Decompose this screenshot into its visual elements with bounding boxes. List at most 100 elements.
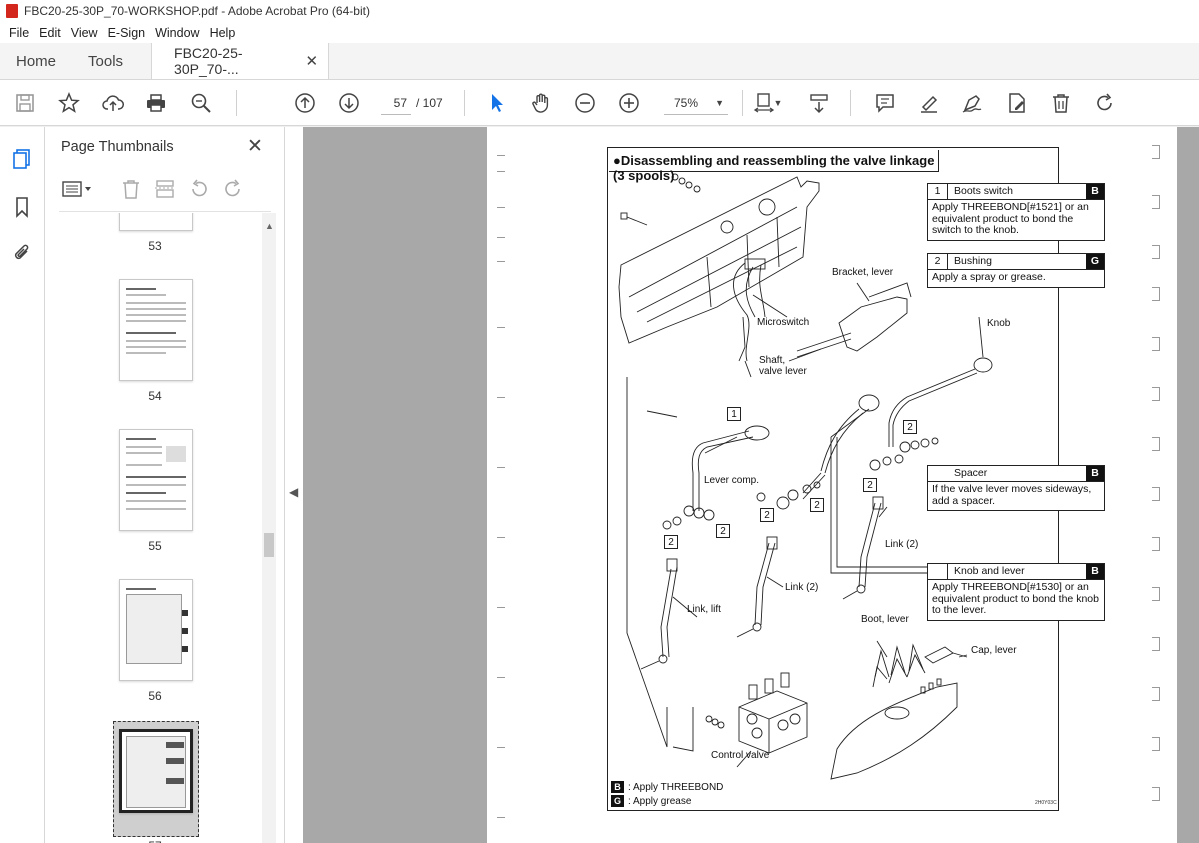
thumbnail-options-icon[interactable] [61,177,95,201]
previous-page-icon[interactable] [293,91,317,115]
comment-icon[interactable] [873,91,897,115]
zoom-out-icon[interactable] [573,91,597,115]
marker-2: 2 [716,524,730,538]
menu-help[interactable]: Help [205,26,241,40]
panel-toolbar [57,175,277,205]
close-panel-icon[interactable]: ✕ [247,135,263,158]
page-total: / 107 [416,96,443,110]
thumbnail-page[interactable] [119,213,193,231]
callout-body: If the valve lever moves sideways, add a… [932,483,1092,507]
callout-number: 1 [928,184,948,199]
menu-edit[interactable]: Edit [34,26,66,40]
scroll-mode-icon[interactable] [807,91,831,115]
menu-esign[interactable]: E-Sign [103,26,151,40]
main-toolbar: 57 / 107 75% ▼ ▼ [0,80,1199,126]
marker-2: 2 [760,508,774,522]
zoom-search-icon[interactable] [189,91,213,115]
page-fit-dropdown-icon[interactable]: ▼ [772,91,784,115]
title-bar: FBC20-25-30P_70-WORKSHOP.pdf - Adobe Acr… [0,0,1199,22]
callout-code: G [1086,254,1104,269]
marker-2: 2 [863,478,877,492]
tab-home[interactable]: Home [0,43,72,79]
page-thumbnails-panel: Page Thumbnails ✕ 53 54 55 56 ▲ [45,127,285,843]
delete-page-icon[interactable] [119,177,143,201]
callout-code: B [1086,184,1104,199]
hand-tool-icon[interactable] [529,91,553,115]
thumbnail-scrollbar[interactable]: ▲ [262,213,276,843]
thumbnail-list: 53 54 55 56 [45,213,263,843]
tab-tools[interactable]: Tools [72,43,139,79]
select-cursor-icon[interactable] [485,91,509,115]
legend-text: : Apply THREEBOND [628,781,724,793]
panel-title: Page Thumbnails [61,139,174,155]
label-shaft-valve-lever: Shaft, valve lever [759,355,807,377]
callout-body: Apply THREEBOND[#1530] or an equivalent … [932,581,1099,616]
callout-code: B [1086,466,1104,481]
scroll-up-icon[interactable]: ▲ [265,221,274,231]
callout-spacer: Spacer B If the valve lever moves sidewa… [927,465,1105,511]
zoom-level-value: 75% [674,96,699,110]
menu-window[interactable]: Window [150,26,204,40]
pdf-page: ●Disassembling and reassembling the valv… [487,127,1177,843]
callout-number: 2 [928,254,948,269]
figure-code: 2H0Y03C [1035,800,1057,806]
tab-document[interactable]: FBC20-25-30P_70-... ✕ [151,43,330,79]
thumbnail-page-current[interactable] [119,729,193,813]
thumbnail-page[interactable] [119,429,193,531]
label-link-lift: Link, lift [687,604,721,615]
page-thumbnails-icon[interactable] [10,147,34,171]
callout-body: Apply a spray or grease. [932,271,1046,283]
thumbnail-page[interactable] [119,279,193,381]
sign-pen-icon[interactable] [960,91,984,115]
save-icon[interactable] [13,91,37,115]
callout-number [928,466,948,481]
legend-threebond: B : Apply THREEBOND [611,781,723,793]
collapse-panel-icon[interactable]: ◀ [289,485,298,499]
menu-file[interactable]: File [4,26,34,40]
callout-name: Boots switch [954,185,1013,197]
legend-grease: G : Apply grease [611,795,691,807]
figure-title: ●Disassembling and reassembling the valv… [609,150,939,183]
upload-cloud-icon[interactable] [101,91,125,115]
scrollbar-thumb[interactable] [264,533,274,557]
tab-bar: Home Tools FBC20-25-30P_70-... ✕ [0,43,1199,80]
marker-1: 1 [727,407,741,421]
extract-page-icon[interactable] [153,177,177,201]
thumbnail-label: 57 [135,839,175,843]
bookmarks-icon[interactable] [10,195,34,219]
callout-code: B [1086,564,1104,579]
edit-pdf-icon[interactable] [1005,91,1029,115]
document-tab-label: FBC20-25-30P_70-... [174,45,243,77]
menu-view[interactable]: View [66,26,103,40]
callout-body: Apply THREEBOND[#1521] or an equivalent … [932,201,1089,236]
label-cap-lever: Cap, lever [971,645,1017,656]
chevron-down-icon: ▼ [715,98,724,108]
callout-knob-and-lever: Knob and lever B Apply THREEBOND[#1530] … [927,563,1105,621]
close-tab-icon[interactable]: ✕ [305,52,318,70]
label-boot-lever: Boot, lever [861,614,909,625]
next-page-icon[interactable] [337,91,361,115]
label-control-valve: Control valve [711,750,770,761]
thumbnail-page[interactable] [119,579,193,681]
highlight-pen-icon[interactable] [917,91,941,115]
left-rail [0,127,45,843]
attachments-icon[interactable] [10,241,34,265]
bookmark-star-icon[interactable] [57,91,81,115]
legend-key: G [611,795,624,807]
rotate-redo-icon[interactable] [1093,91,1117,115]
document-viewer[interactable]: ●Disassembling and reassembling the valv… [303,127,1199,843]
label-link-2-middle: Link (2) [785,582,819,593]
label-bracket-lever: Bracket, lever [832,267,894,278]
rotate-right-icon[interactable] [221,177,245,201]
thumbnail-label: 55 [148,539,162,553]
delete-trash-icon[interactable] [1049,91,1073,115]
page-number-input[interactable]: 57 [381,91,411,115]
rotate-left-icon[interactable] [187,177,211,201]
zoom-in-icon[interactable] [617,91,641,115]
print-icon[interactable] [144,91,168,115]
zoom-level-select[interactable]: 75% ▼ [664,91,728,115]
label-knob: Knob [987,318,1011,329]
callout-name: Bushing [954,255,992,267]
acrobat-icon [6,4,18,18]
callout-number [928,564,948,579]
